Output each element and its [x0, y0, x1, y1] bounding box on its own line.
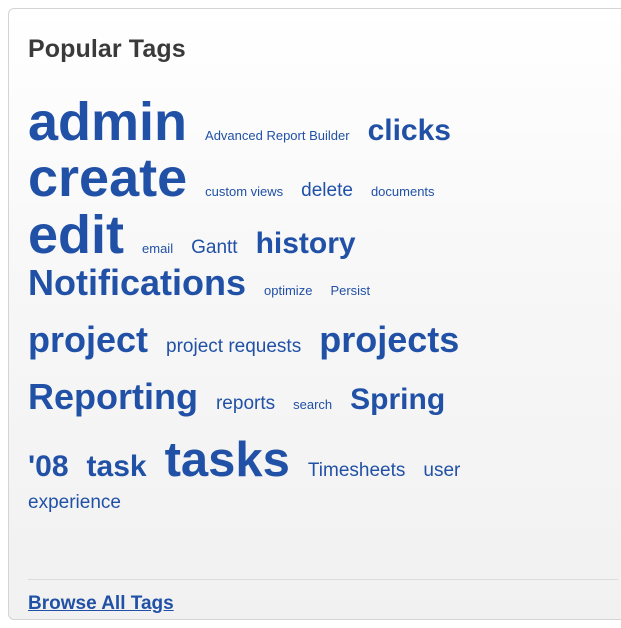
- tag-documents[interactable]: documents: [371, 185, 435, 198]
- tag-clicks[interactable]: clicks: [368, 116, 451, 146]
- tag-cloud: admin Advanced Report Builder clicks cre…: [28, 95, 608, 550]
- tag-cloud-line: Notifications optimize Persist: [28, 265, 608, 322]
- tag-project[interactable]: project: [28, 322, 148, 358]
- tag-tasks[interactable]: tasks: [165, 436, 290, 485]
- tag-cloud-line: Reporting reports search Spring: [28, 379, 608, 436]
- tag-search[interactable]: search: [293, 398, 332, 411]
- tag-create[interactable]: create: [28, 151, 187, 205]
- tag-email[interactable]: email: [142, 242, 173, 255]
- tag-admin[interactable]: admin: [28, 95, 187, 149]
- tag-cloud-line: edit email Gantt history: [28, 208, 608, 265]
- tag-task[interactable]: task: [87, 452, 147, 482]
- tag-reports[interactable]: reports: [216, 394, 275, 413]
- tag-optimize[interactable]: optimize: [264, 284, 312, 297]
- tag-custom-views[interactable]: custom views: [205, 185, 283, 198]
- browse-all-tags-link[interactable]: Browse All Tags: [28, 593, 174, 615]
- tag-cloud-line: '08 task tasks Timesheets user: [28, 436, 608, 493]
- tag-reporting[interactable]: Reporting: [28, 379, 198, 415]
- tag-delete[interactable]: delete: [301, 181, 353, 200]
- tag-spring[interactable]: Spring: [350, 385, 445, 415]
- tag-timesheets[interactable]: Timesheets: [308, 461, 406, 480]
- tag-user[interactable]: user: [423, 461, 460, 480]
- panel-title: Popular Tags: [28, 35, 186, 63]
- tag-edit[interactable]: edit: [28, 208, 124, 262]
- tag-cloud-line: create custom views delete documents: [28, 151, 608, 208]
- tag-advanced-report-builder[interactable]: Advanced Report Builder: [205, 129, 350, 142]
- tag-cloud-line: project project requests projects: [28, 322, 608, 379]
- divider: [28, 579, 618, 580]
- tag-projects[interactable]: projects: [319, 322, 459, 358]
- tag-cloud-line: experience: [28, 493, 608, 550]
- tag-notifications[interactable]: Notifications: [28, 265, 246, 301]
- tag-persist[interactable]: Persist: [330, 284, 370, 297]
- tag-gantt[interactable]: Gantt: [191, 238, 237, 257]
- tag-experience[interactable]: experience: [28, 493, 121, 512]
- tag-history[interactable]: history: [256, 229, 356, 259]
- tag-08[interactable]: '08: [28, 452, 69, 482]
- tag-cloud-line: admin Advanced Report Builder clicks: [28, 95, 608, 151]
- popular-tags-panel: Popular Tags admin Advanced Report Build…: [8, 8, 621, 620]
- tag-project-requests[interactable]: project requests: [166, 337, 301, 356]
